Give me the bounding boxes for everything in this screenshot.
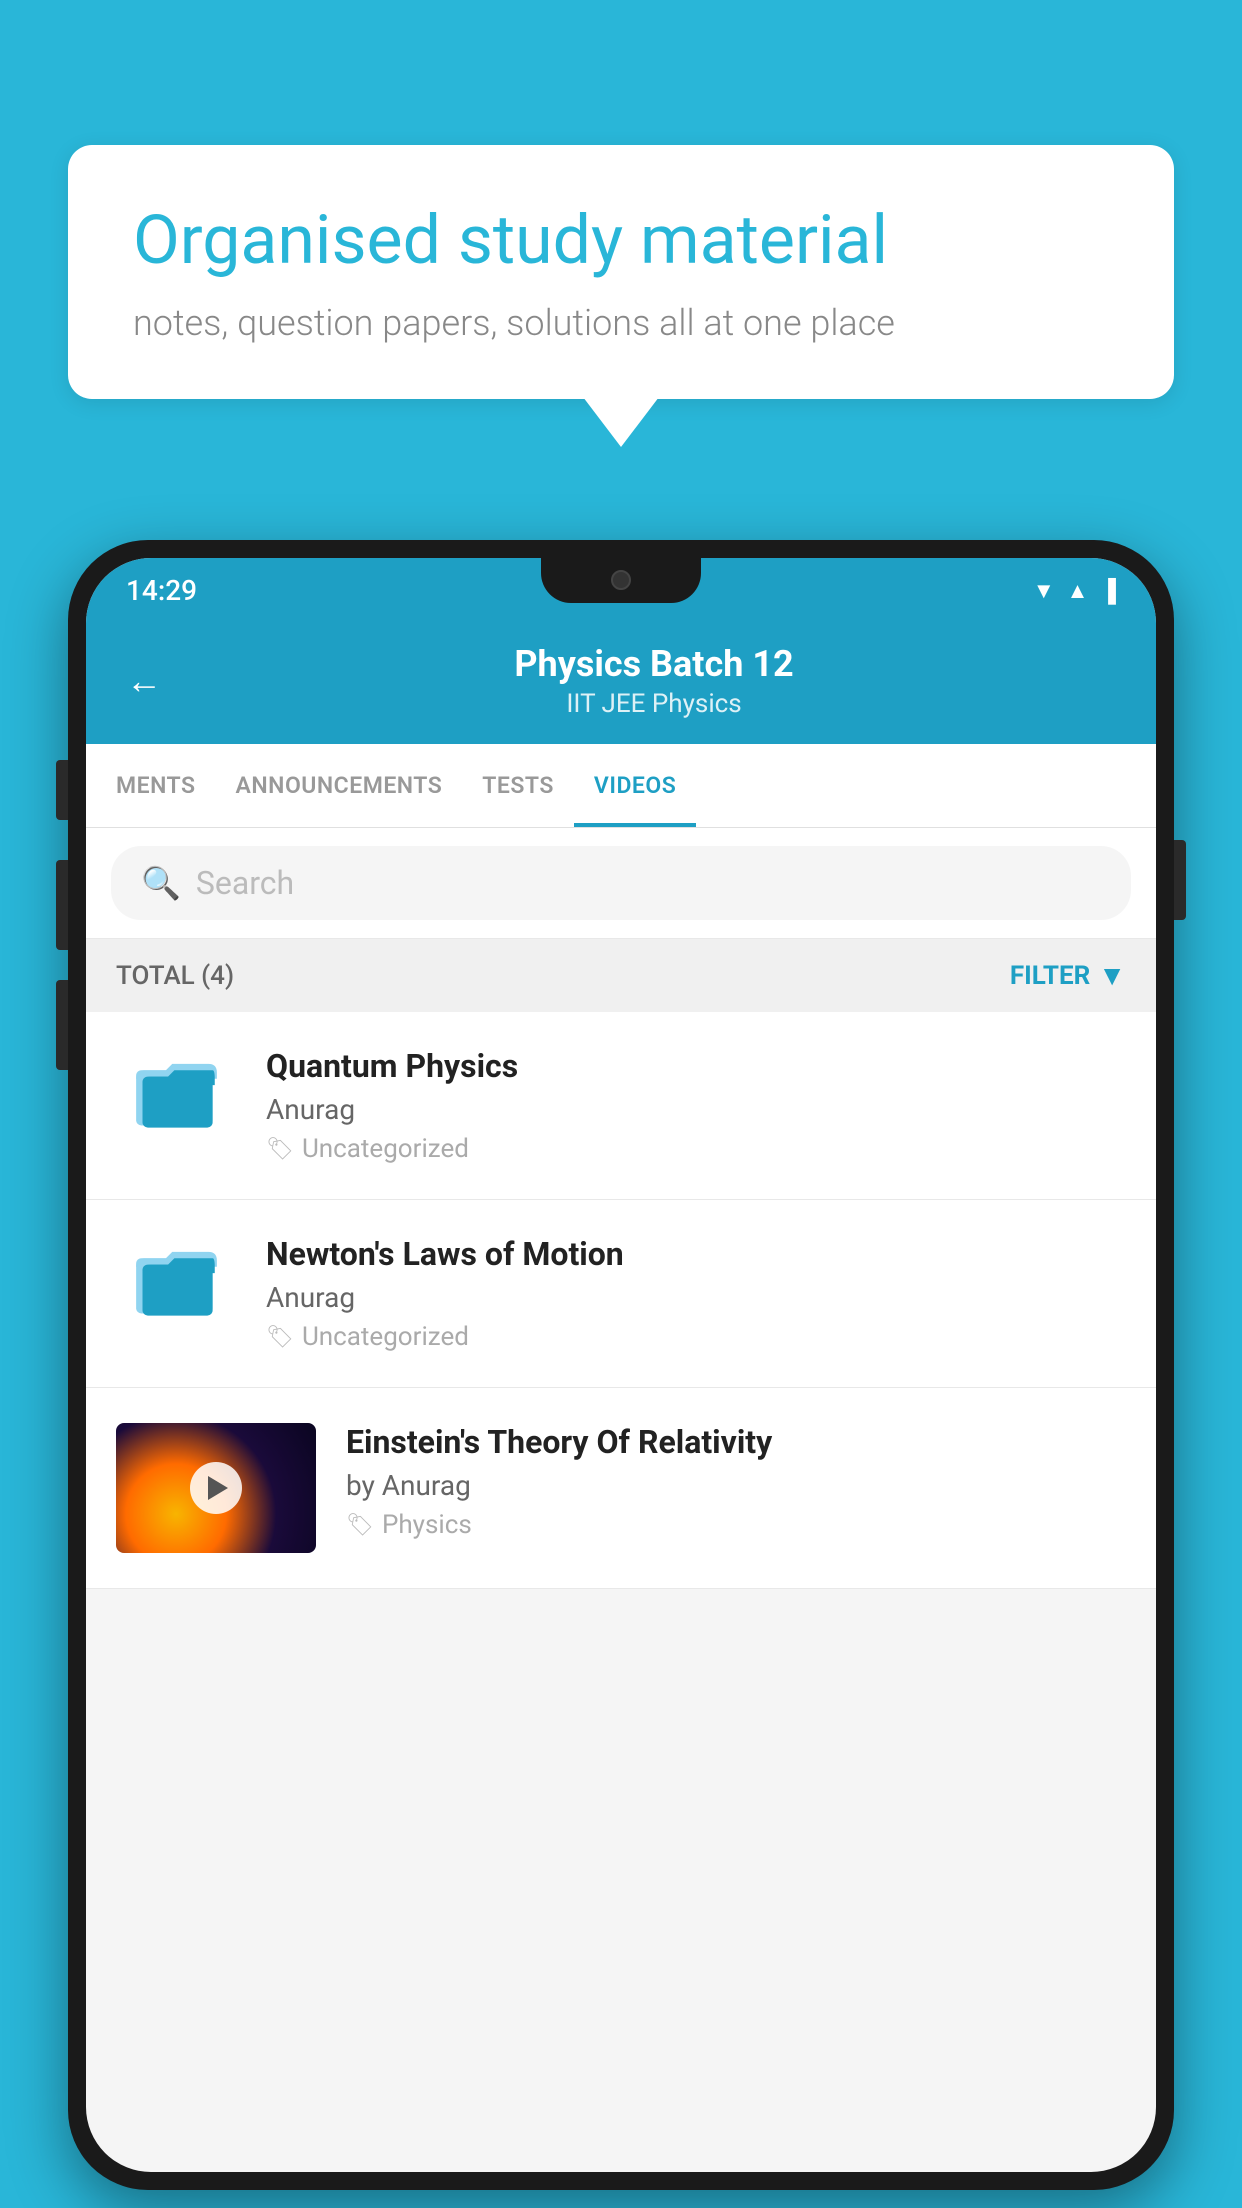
item-thumbnail — [116, 1423, 316, 1553]
filter-button[interactable]: FILTER ▼ — [1010, 959, 1126, 992]
wifi-icon: ▼ — [1033, 578, 1055, 604]
item-title: Einstein's Theory Of Relativity — [346, 1423, 1126, 1461]
video-list: Quantum Physics Anurag 🏷 Uncategorized — [86, 1012, 1156, 1589]
back-button[interactable]: ← — [126, 660, 162, 702]
item-thumbnail — [116, 1047, 236, 1137]
camera — [611, 570, 631, 590]
item-author: Anurag — [266, 1281, 1126, 1314]
item-info: Einstein's Theory Of Relativity by Anura… — [346, 1423, 1126, 1540]
tag-label: Uncategorized — [302, 1134, 469, 1164]
tag-icon: 🏷 — [346, 1513, 374, 1538]
folder-icon — [134, 1243, 219, 1318]
play-icon — [208, 1476, 228, 1500]
filter-bar: TOTAL (4) FILTER ▼ — [86, 939, 1156, 1012]
item-tag: 🏷 Uncategorized — [266, 1322, 1126, 1352]
item-title: Quantum Physics — [266, 1047, 1126, 1085]
mute-button[interactable] — [56, 760, 68, 820]
list-item[interactable]: Einstein's Theory Of Relativity by Anura… — [86, 1388, 1156, 1589]
tabs-bar: MENTS ANNOUNCEMENTS TESTS VIDEOS — [86, 744, 1156, 828]
list-item[interactable]: Quantum Physics Anurag 🏷 Uncategorized — [86, 1012, 1156, 1200]
app-header: ← Physics Batch 12 IIT JEE Physics — [86, 623, 1156, 744]
search-box[interactable]: 🔍 Search — [111, 846, 1131, 920]
item-author: Anurag — [266, 1093, 1126, 1126]
status-bar: 14:29 ▼ ▲ ▐ — [86, 558, 1156, 623]
total-count: TOTAL (4) — [116, 961, 234, 991]
speech-bubble-container: Organised study material notes, question… — [68, 145, 1174, 399]
speech-bubble-title: Organised study material — [133, 200, 1109, 282]
item-title: Newton's Laws of Motion — [266, 1235, 1126, 1273]
item-tag: 🏷 Uncategorized — [266, 1134, 1126, 1164]
item-tag: 🏷 Physics — [346, 1510, 1126, 1540]
search-icon: 🔍 — [141, 864, 181, 902]
tab-tests[interactable]: TESTS — [462, 744, 574, 827]
filter-funnel-icon: ▼ — [1098, 959, 1126, 992]
volume-up-button[interactable] — [56, 860, 68, 950]
play-button[interactable] — [190, 1462, 242, 1514]
speech-bubble-subtitle: notes, question papers, solutions all at… — [133, 302, 1109, 344]
battery-icon: ▐ — [1100, 578, 1116, 604]
search-container: 🔍 Search — [86, 828, 1156, 939]
header-title: Physics Batch 12 — [192, 643, 1116, 685]
item-info: Quantum Physics Anurag 🏷 Uncategorized — [266, 1047, 1126, 1164]
phone-frame: 14:29 ▼ ▲ ▐ ← Physics Batch 12 IIT JEE P… — [68, 540, 1174, 2190]
header-title-section: Physics Batch 12 IIT JEE Physics — [192, 643, 1116, 719]
tag-label: Physics — [382, 1510, 472, 1540]
list-item[interactable]: Newton's Laws of Motion Anurag 🏷 Uncateg… — [86, 1200, 1156, 1388]
filter-label: FILTER — [1010, 961, 1090, 991]
status-icons: ▼ ▲ ▐ — [1033, 578, 1116, 604]
search-input[interactable]: Search — [196, 864, 294, 902]
item-author: by Anurag — [346, 1469, 1126, 1502]
header-subtitle: IIT JEE Physics — [192, 689, 1116, 719]
speech-bubble: Organised study material notes, question… — [68, 145, 1174, 399]
tab-announcements[interactable]: ANNOUNCEMENTS — [216, 744, 463, 827]
tag-label: Uncategorized — [302, 1322, 469, 1352]
tag-icon: 🏷 — [266, 1325, 294, 1350]
folder-icon — [134, 1055, 219, 1130]
signal-icon: ▲ — [1067, 578, 1089, 604]
tab-ments[interactable]: MENTS — [96, 744, 216, 827]
notch — [541, 558, 701, 603]
tab-videos[interactable]: VIDEOS — [574, 744, 696, 827]
item-thumbnail — [116, 1235, 236, 1325]
video-thumbnail-bg — [116, 1423, 316, 1553]
status-time: 14:29 — [126, 574, 197, 607]
phone-screen: 14:29 ▼ ▲ ▐ ← Physics Batch 12 IIT JEE P… — [86, 558, 1156, 2172]
tag-icon: 🏷 — [266, 1137, 294, 1162]
item-info: Newton's Laws of Motion Anurag 🏷 Uncateg… — [266, 1235, 1126, 1352]
power-button[interactable] — [1174, 840, 1186, 920]
volume-down-button[interactable] — [56, 980, 68, 1070]
